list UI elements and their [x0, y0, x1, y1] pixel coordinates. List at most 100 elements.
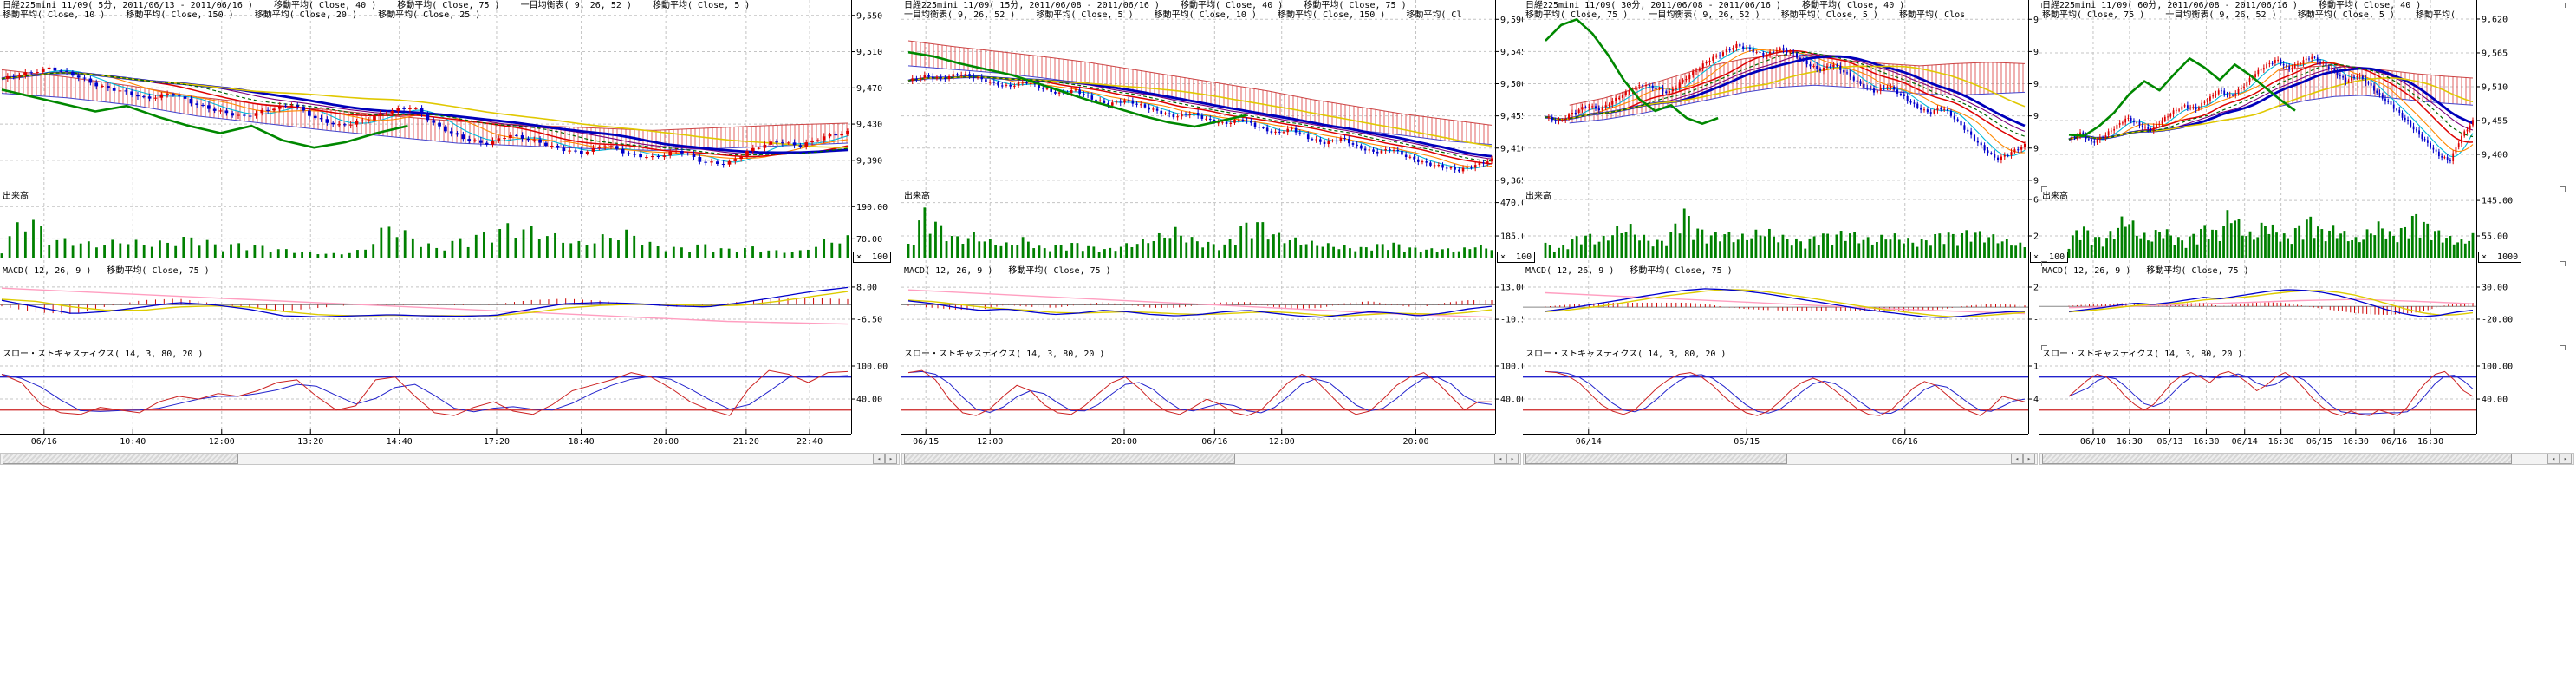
svg-text:9,470: 9,470 — [856, 84, 882, 94]
svg-text:9,455: 9,455 — [2033, 112, 2039, 121]
macd-section-label: MACD( 12, 26, 9 ) 移動平均( Close, 75 ) — [3, 263, 210, 276]
svg-text:16:30: 16:30 — [2417, 437, 2443, 447]
chart-canvas-15min[interactable]: 9,5909,5459,5009,4559,4109,365470.00185.… — [901, 0, 1523, 468]
svg-text:9,430: 9,430 — [856, 121, 882, 130]
chart-panel-60min: 9,6209,5659,5109,4559,400145.0055.0030.0… — [2039, 0, 2576, 486]
svg-text:9,510: 9,510 — [856, 48, 882, 57]
svg-text:185.00: 185.00 — [1500, 232, 1523, 242]
svg-text:20:00: 20:00 — [653, 437, 679, 447]
chart-canvas-30min[interactable]: 9,5909,5459,5009,4559,4109,365670.00250.… — [1523, 0, 2039, 468]
chart-workspace: { "window": { "background": "#ffffff" },… — [0, 0, 2576, 680]
panel-header-line1: 日経225mini 11/09( 15分, 2011/06/08 - 2011/… — [904, 1, 1407, 10]
svg-text:9,545: 9,545 — [1500, 48, 1523, 57]
panel-header-line2: 移動平均( Close, 10 ) 移動平均( Close, 150 ) 移動平… — [3, 10, 480, 20]
panel-header-line2: 一目均衡表( 9, 26, 52 ) 移動平均( Close, 5 ) 移動平均… — [904, 10, 1461, 20]
svg-text:06/16: 06/16 — [1892, 437, 1918, 447]
svg-text:100.00: 100.00 — [2033, 363, 2039, 372]
pane-corner-mark — [2560, 186, 2566, 192]
scrollbar-thumb[interactable] — [904, 454, 1235, 464]
stoch-section-label: スロー・ストキャスティクス( 14, 3, 80, 20 ) — [2042, 346, 2242, 359]
pane-corner-mark — [2041, 345, 2047, 350]
pane-corner-mark — [2560, 261, 2566, 266]
svg-text:70.00: 70.00 — [856, 235, 882, 245]
svg-text:8.00: 8.00 — [856, 283, 877, 292]
svg-text:100.00: 100.00 — [856, 363, 888, 372]
chart-canvas-60min[interactable]: 9,6209,5659,5109,4559,400145.0055.0030.0… — [2039, 0, 2576, 468]
stoch-section-label: スロー・ストキャスティクス( 14, 3, 80, 20 ) — [1525, 346, 1726, 359]
macd-section-label: MACD( 12, 26, 9 ) 移動平均( Close, 75 ) — [2042, 263, 2249, 276]
svg-text:21:20: 21:20 — [733, 437, 759, 447]
scroll-right-button[interactable]: ▸ — [1506, 454, 1519, 464]
svg-text:670.00: 670.00 — [2033, 196, 2039, 206]
h-scrollbar[interactable]: ◂ ▸ — [901, 453, 1521, 465]
volume-section-label: 出来高 — [1525, 188, 1551, 201]
svg-text:06/14: 06/14 — [1576, 437, 1602, 447]
svg-text:470.00: 470.00 — [1500, 199, 1523, 208]
svg-text:12:00: 12:00 — [977, 437, 1003, 447]
svg-text:20:00: 20:00 — [1402, 437, 1428, 447]
svg-text:06/13: 06/13 — [2156, 437, 2182, 447]
volume-scale-box: × 1000 — [2478, 252, 2521, 263]
pane-corner-mark — [2041, 261, 2047, 266]
svg-text:-15.00: -15.00 — [2033, 315, 2039, 324]
svg-text:14:40: 14:40 — [387, 437, 413, 447]
svg-text:-6.50: -6.50 — [856, 315, 882, 324]
svg-text:40.00: 40.00 — [2482, 396, 2508, 405]
svg-text:9,545: 9,545 — [2033, 48, 2039, 57]
svg-text:9,500: 9,500 — [1500, 80, 1523, 89]
volume-scale-box: × 100 — [853, 252, 891, 263]
stoch-section-label: スロー・ストキャスティクス( 14, 3, 80, 20 ) — [3, 346, 203, 359]
chart-canvas-5min[interactable]: 9,550 9,510 9,470 9,430 9,390 190.00 70.00 8.00… — [0, 0, 901, 468]
scroll-left-button[interactable]: ◂ — [1494, 454, 1506, 464]
panel-header-line1: 日経225mini 11/09( 60分, 2011/06/08 - 2011/… — [2042, 1, 2421, 10]
svg-text:06/15: 06/15 — [2306, 437, 2332, 447]
macd-section-label: MACD( 12, 26, 9 ) 移動平均( Close, 75 ) — [904, 263, 1111, 276]
svg-text:12:00: 12:00 — [1269, 437, 1295, 447]
scroll-left-button[interactable]: ◂ — [2547, 454, 2560, 464]
scroll-left-button[interactable]: ◂ — [2011, 454, 2023, 464]
stoch-section-label: スロー・ストキャスティクス( 14, 3, 80, 20 ) — [904, 346, 1104, 359]
svg-text:-10.50: -10.50 — [1500, 316, 1523, 325]
scrollbar-thumb[interactable] — [3, 454, 238, 464]
scrollbar-thumb[interactable] — [1525, 454, 1787, 464]
chart-panel-5min: 9,550 9,510 9,470 9,430 9,390 190.00 70.00 8.00… — [0, 0, 901, 486]
svg-text:145.00: 145.00 — [2482, 197, 2513, 206]
macd-section-label: MACD( 12, 26, 9 ) 移動平均( Close, 75 ) — [1525, 263, 1733, 276]
scroll-right-button[interactable]: ▸ — [2560, 454, 2572, 464]
volume-section-label: 出来高 — [3, 188, 29, 201]
svg-text:9,390: 9,390 — [856, 156, 882, 166]
panel-header-line1: 日経225mini 11/09( 30分, 2011/06/08 - 2011/… — [1525, 1, 1904, 10]
svg-text:30.00: 30.00 — [2482, 283, 2508, 292]
h-scrollbar[interactable]: ◂ ▸ — [1523, 453, 2038, 465]
svg-text:9,620: 9,620 — [2482, 15, 2508, 24]
pane-corner-mark — [2041, 3, 2047, 8]
svg-text:06/16: 06/16 — [2381, 437, 2407, 447]
svg-text:9,400: 9,400 — [2482, 150, 2508, 160]
svg-text:06/15: 06/15 — [1734, 437, 1760, 447]
svg-text:9,510: 9,510 — [2482, 82, 2508, 92]
svg-text:9,550: 9,550 — [856, 11, 882, 21]
svg-text:9,590: 9,590 — [1500, 16, 1523, 25]
svg-text:06/15: 06/15 — [913, 437, 939, 447]
svg-text:12:00: 12:00 — [209, 437, 235, 447]
svg-text:10:40: 10:40 — [120, 437, 146, 447]
svg-text:13:20: 13:20 — [297, 437, 323, 447]
svg-text:55.00: 55.00 — [2482, 232, 2508, 242]
svg-text:16:30: 16:30 — [2268, 437, 2294, 447]
h-scrollbar[interactable]: ◂ ▸ — [0, 453, 900, 465]
svg-text:20:00: 20:00 — [1111, 437, 1137, 447]
svg-text:9,365: 9,365 — [1500, 176, 1523, 186]
panel-header-line1: 日経225mini 11/09( 5分, 2011/06/13 - 2011/0… — [3, 1, 750, 10]
chart-panel-15min: 9,5909,5459,5009,4559,4109,365470.00185.… — [901, 0, 1523, 486]
scroll-left-button[interactable]: ◂ — [873, 454, 885, 464]
panel-header-line2: 移動平均( Close, 75 ) 一目均衡表( 9, 26, 52 ) 移動平… — [1525, 10, 1965, 20]
svg-text:190.00: 190.00 — [856, 203, 888, 212]
h-scrollbar[interactable]: ◂ ▸ — [2039, 453, 2574, 465]
scroll-right-button[interactable]: ▸ — [885, 454, 897, 464]
scroll-right-button[interactable]: ▸ — [2023, 454, 2035, 464]
svg-text:9,365: 9,365 — [2033, 176, 2039, 186]
scrollbar-thumb[interactable] — [2042, 454, 2512, 464]
svg-text:9,455: 9,455 — [2482, 116, 2508, 126]
chart-panel-30min: 9,5909,5459,5009,4559,4109,365670.00250.… — [1523, 0, 2039, 486]
svg-text:13.00: 13.00 — [1500, 284, 1523, 293]
